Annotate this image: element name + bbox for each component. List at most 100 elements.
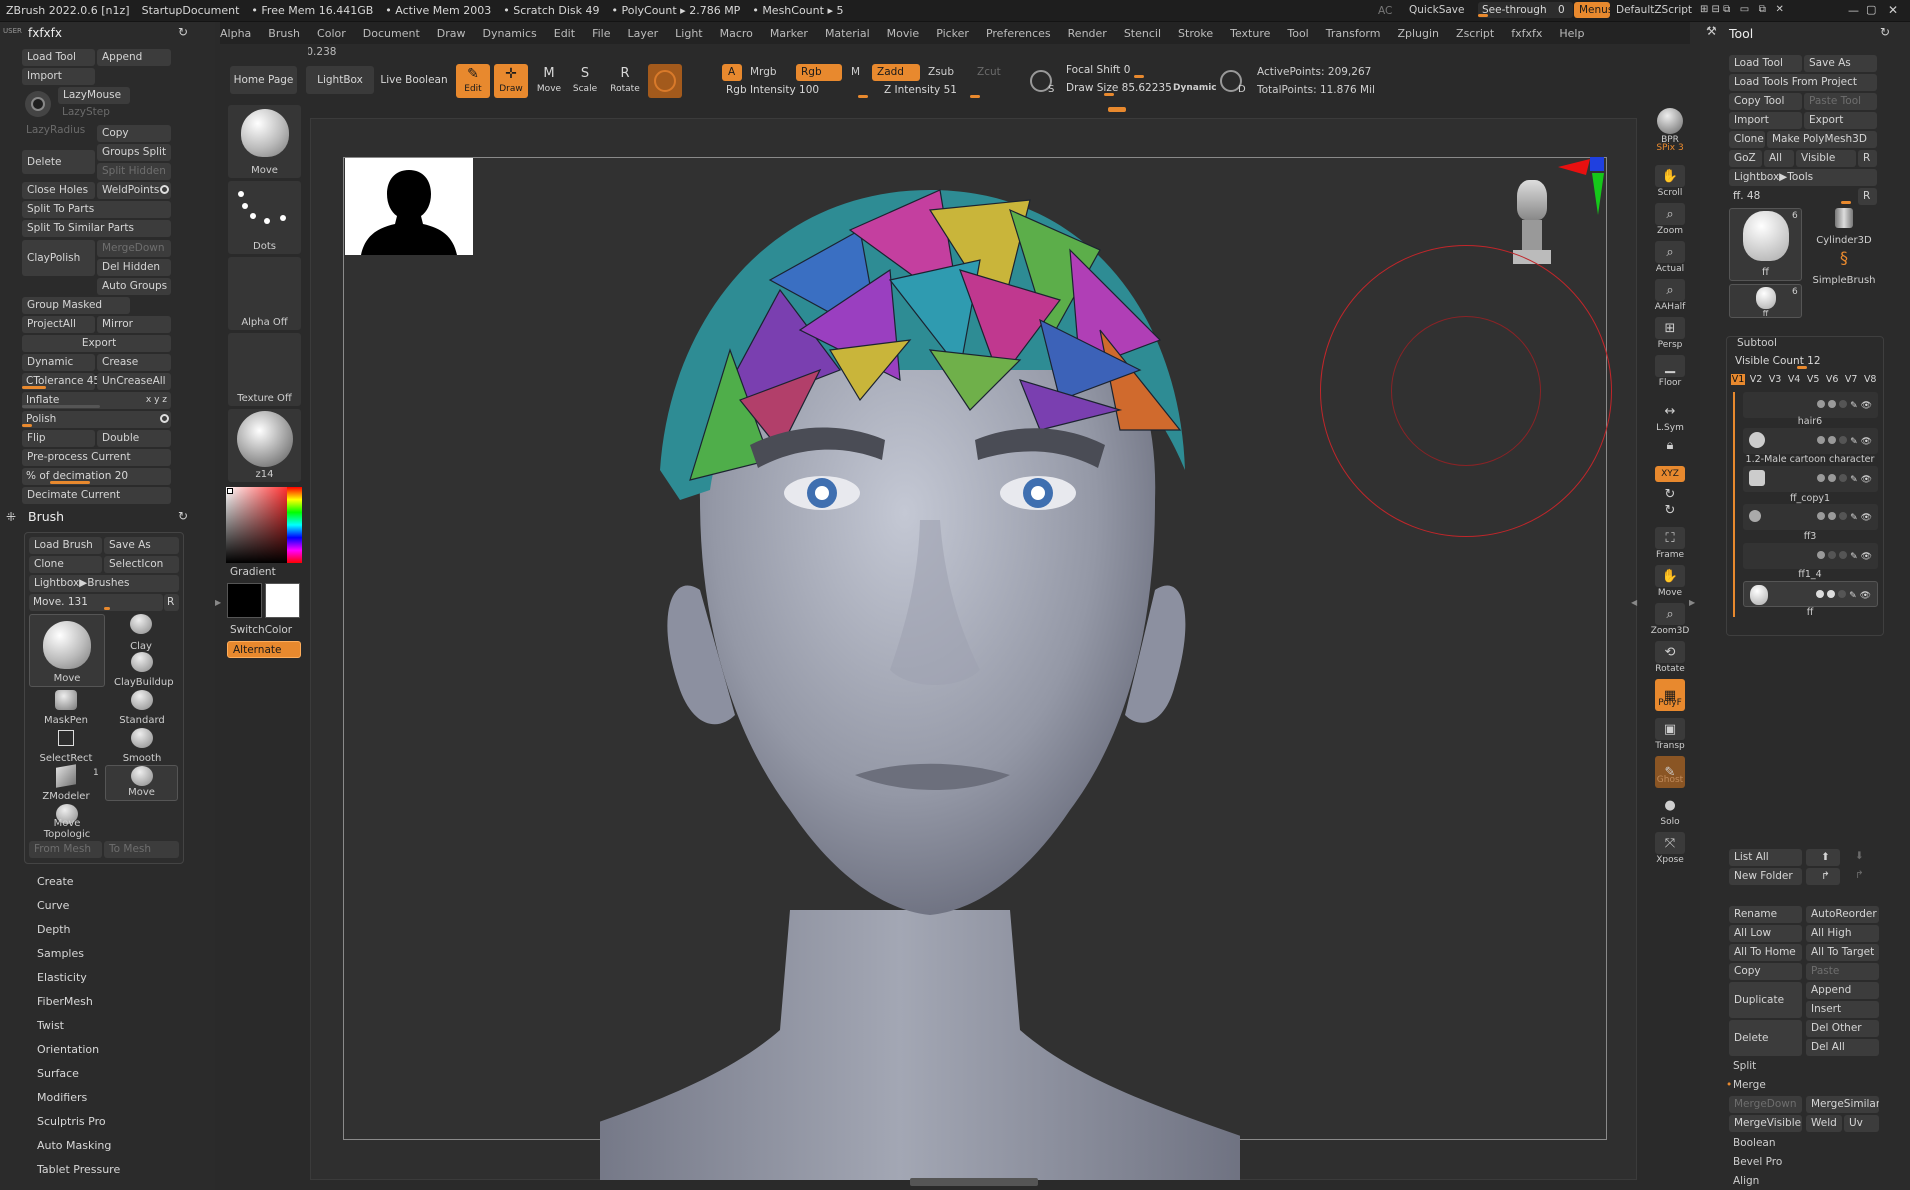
subtool-row-ff-selected[interactable]: ✎ 👁︎ — [1743, 581, 1878, 607]
tool-refresh-icon[interactable]: ↻ — [1880, 25, 1890, 39]
menu-tool[interactable]: Tool — [1287, 27, 1308, 40]
brush-zmodeler-tile[interactable]: ZModeler — [36, 764, 96, 802]
menu-file[interactable]: File — [592, 27, 610, 40]
brush-move-tile-2[interactable]: Move — [105, 765, 178, 801]
canvas-right-arrow-icon[interactable]: ◀ — [1631, 598, 1637, 610]
submenu-elasticity[interactable]: Elasticity — [37, 971, 87, 984]
subtool-title[interactable]: Subtool — [1737, 337, 1777, 349]
frame-button[interactable]: ⛶ Frame — [1645, 527, 1695, 560]
brush-r-button[interactable]: R — [164, 594, 179, 611]
insert-button[interactable]: Insert — [1806, 1001, 1879, 1018]
all-high-button[interactable]: All High — [1806, 925, 1879, 942]
submenu-tablet-pressure[interactable]: Tablet Pressure — [37, 1163, 120, 1176]
boolean-submenu[interactable]: Boolean — [1733, 1137, 1776, 1149]
edit-button[interactable]: ✎ Edit — [456, 64, 490, 98]
brush-move-tile[interactable]: Move — [29, 614, 105, 687]
submenu-samples[interactable]: Samples — [37, 947, 84, 960]
seethrough-slider[interactable]: See-through 0 — [1478, 2, 1573, 18]
move-up-icon[interactable]: ⬆ — [1806, 849, 1840, 866]
solo-button[interactable]: ● Solo — [1645, 794, 1695, 828]
subtool-row-ff1-4[interactable]: ✎ 👁︎ — [1743, 543, 1878, 569]
brush-standard-tile[interactable]: Standard — [114, 690, 170, 726]
ctolerance-slider[interactable]: CTolerance 45 — [22, 373, 100, 390]
menu-texture[interactable]: Texture — [1230, 27, 1270, 40]
import-button[interactable]: Import — [22, 68, 95, 85]
submenu-curve[interactable]: Curve — [37, 899, 69, 912]
all-to-target-button[interactable]: All To Target — [1806, 944, 1879, 961]
refresh-icon[interactable]: ↻ — [178, 25, 188, 39]
document-name[interactable]: StartupDocument — [142, 4, 240, 17]
brush-drag-icon[interactable]: ⁜ — [6, 510, 16, 524]
version-v2[interactable]: V2 — [1748, 374, 1764, 385]
duplicate-button[interactable]: Duplicate — [1729, 982, 1802, 1018]
lazymouse-button[interactable]: LazyMouse — [58, 87, 130, 104]
lazystep-slider[interactable]: LazyStep — [62, 106, 110, 118]
stroke-tile[interactable]: Dots — [228, 181, 301, 254]
polish-toggle-icon[interactable] — [160, 414, 169, 423]
left-shelf-collapse-icon[interactable]: ▶ — [215, 598, 221, 610]
dynamic-button[interactable]: Dynamic — [22, 354, 95, 371]
default-zscript[interactable]: DefaultZScript — [1616, 4, 1692, 16]
subtool-name-ff1-4[interactable]: ff1_4 — [1745, 569, 1875, 580]
submenu-sculptris-pro[interactable]: Sculptris Pro — [37, 1115, 106, 1128]
lightbox-brushes-button[interactable]: Lightbox▶Brushes — [29, 575, 179, 592]
brush-move-topologic-tile[interactable]: Move Topologic — [30, 804, 104, 840]
minimize-icon[interactable]: — — [1848, 4, 1859, 17]
list-all-button[interactable]: List All — [1729, 849, 1802, 866]
append-button[interactable]: Append — [97, 49, 171, 66]
window-controls[interactable]: ⊞ ⊟ ⧉ ▭ ⧉ ✕ — [1700, 4, 1784, 15]
subtool-row-male[interactable]: ✎ 👁︎ — [1743, 428, 1878, 454]
spix-slider[interactable]: SPix 3 — [1645, 143, 1695, 153]
bevel-pro-submenu[interactable]: Bevel Pro — [1733, 1156, 1782, 1168]
visible-count-slider[interactable]: Visible Count 12 — [1731, 353, 1879, 370]
rotate-z-icon[interactable]: ↻ — [1645, 503, 1695, 518]
goz-all-button[interactable]: All — [1764, 150, 1794, 167]
color-picker-cursor[interactable] — [227, 488, 233, 494]
close-holes-button[interactable]: Close Holes — [22, 182, 95, 199]
menu-draw[interactable]: Draw — [437, 27, 466, 40]
save-brush-button[interactable]: Save As — [104, 537, 179, 554]
copy-tool-button[interactable]: Copy Tool — [1729, 93, 1802, 110]
copy-button[interactable]: Copy — [97, 125, 171, 142]
weldpoints-toggle-icon[interactable] — [160, 185, 169, 194]
submenu-orientation[interactable]: Orientation — [37, 1043, 99, 1056]
split-hidden-button[interactable]: Split Hidden — [97, 163, 171, 180]
paste-subtool-button[interactable]: Paste — [1806, 963, 1879, 980]
hue-slider[interactable] — [287, 487, 302, 563]
export-button[interactable]: Export — [22, 335, 171, 352]
rotate-mode-button[interactable]: R Rotate — [606, 64, 644, 98]
del-other-button[interactable]: Del Other — [1806, 1020, 1879, 1037]
menu-help[interactable]: Help — [1559, 27, 1584, 40]
rotate-view-button[interactable]: ⟲ Rotate — [1645, 641, 1695, 674]
menu-stencil[interactable]: Stencil — [1124, 27, 1161, 40]
submenu-depth[interactable]: Depth — [37, 923, 71, 936]
main-color-swatch[interactable] — [265, 583, 300, 618]
rgb-intensity-slider[interactable]: Rgb Intensity 100 — [722, 82, 870, 99]
aahalf-button[interactable]: ⌕ AAHalf — [1645, 279, 1695, 312]
load-tool-button-right[interactable]: Load Tool — [1729, 55, 1802, 72]
crease-button[interactable]: Crease — [97, 354, 171, 371]
alpha-tile[interactable]: Alpha Off — [228, 257, 301, 330]
switchcolor-button[interactable]: SwitchColor — [230, 624, 292, 636]
brush-selectrect-tile[interactable]: SelectRect — [36, 728, 96, 764]
selecticon-button[interactable]: SelectIcon — [104, 556, 179, 573]
subtool-name-ff-copy1[interactable]: ff_copy1 — [1745, 493, 1875, 504]
scroll-button[interactable]: ✋ Scroll — [1645, 165, 1695, 198]
version-v6[interactable]: V6 — [1824, 374, 1840, 385]
menu-movie[interactable]: Movie — [887, 27, 920, 40]
version-v1[interactable]: V1 — [1731, 374, 1745, 385]
submenu-fibermesh[interactable]: FiberMesh — [37, 995, 93, 1008]
autoreorder-button[interactable]: AutoReorder — [1806, 906, 1879, 923]
menu-marker[interactable]: Marker — [770, 27, 808, 40]
subtool-row-ff-copy1[interactable]: ✎ 👁︎ — [1743, 466, 1878, 492]
submenu-modifiers[interactable]: Modifiers — [37, 1091, 87, 1104]
submenu-create[interactable]: Create — [37, 875, 74, 888]
zoom-button[interactable]: ⌕ Zoom — [1645, 203, 1695, 236]
m-button[interactable]: M — [851, 66, 860, 78]
del-all-button[interactable]: Del All — [1806, 1039, 1879, 1056]
z-intensity-slider[interactable]: Z Intensity 51 — [880, 82, 1020, 99]
flip-button[interactable]: Flip — [22, 430, 95, 447]
bpr-button[interactable]: BPR — [1645, 108, 1695, 145]
save-tool-button[interactable]: Save As — [1804, 55, 1877, 72]
tool-thumb-cylinder[interactable]: Cylinder3D — [1810, 208, 1878, 246]
